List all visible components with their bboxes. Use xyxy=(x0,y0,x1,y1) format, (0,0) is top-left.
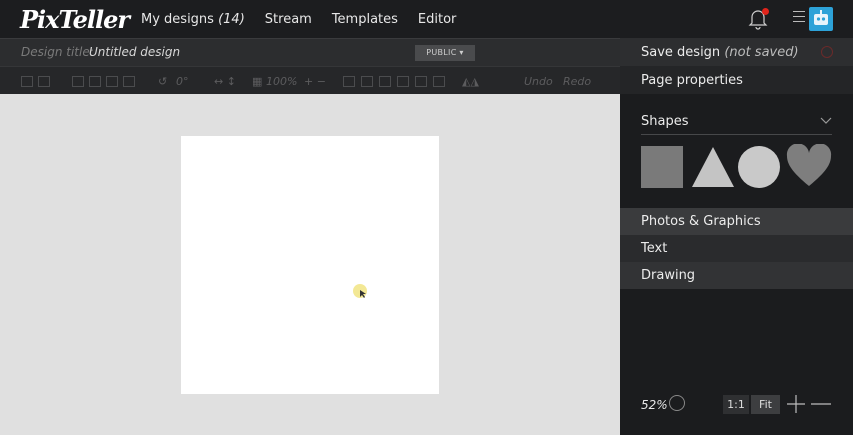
zoom-actual-size-button[interactable]: 1:1 xyxy=(723,395,749,414)
design-title-input[interactable]: Untitled design xyxy=(89,45,180,59)
bring-front-icon[interactable] xyxy=(72,76,84,87)
notification-badge xyxy=(762,8,769,15)
opacity-value[interactable]: 100% xyxy=(266,75,297,88)
bring-forward-icon[interactable] xyxy=(89,76,101,87)
opacity-stepper[interactable]: + − xyxy=(304,75,326,88)
align-middle-icon[interactable] xyxy=(415,76,427,87)
nav-stream[interactable]: Stream xyxy=(265,12,312,27)
nav-my-designs[interactable]: My designs (14) xyxy=(141,12,245,27)
zoom-value: 52% xyxy=(641,398,668,412)
user-avatar-icon[interactable] xyxy=(809,7,833,31)
zoom-in-icon[interactable] xyxy=(786,394,806,414)
text-section[interactable]: Text xyxy=(620,235,853,262)
editor-app: PixTeller My designs (14) Stream Templat… xyxy=(0,0,853,435)
chevron-down-icon[interactable] xyxy=(820,114,832,126)
zoom-fit-button[interactable]: Fit xyxy=(751,395,780,414)
shapes-section-title[interactable]: Shapes xyxy=(641,114,688,129)
photos-graphics-section[interactable]: Photos & Graphics xyxy=(620,208,853,235)
main-nav: My designs (14) Stream Templates Editor xyxy=(141,0,456,38)
shape-circle[interactable] xyxy=(738,146,780,188)
send-backward-icon[interactable] xyxy=(106,76,118,87)
canvas-workspace[interactable] xyxy=(0,94,620,435)
shape-square[interactable] xyxy=(641,146,683,188)
save-design-button[interactable]: Save design (not saved) xyxy=(620,38,853,66)
design-title-bar: Design title: Untitled design PUBLIC ▾ xyxy=(0,38,620,66)
rotation-value[interactable]: 0° xyxy=(176,75,189,88)
flip-horizontal-icon[interactable]: ◭◮ xyxy=(462,75,479,88)
zoom-slider-handle[interactable] xyxy=(669,395,685,411)
redo-button[interactable]: Redo xyxy=(563,75,591,88)
page-properties-button[interactable]: Page properties xyxy=(620,66,853,94)
flip-icon[interactable]: ↔ ↕ xyxy=(214,75,236,88)
nav-templates[interactable]: Templates xyxy=(332,12,398,27)
top-navbar: PixTeller My designs (14) Stream Templat… xyxy=(0,0,853,38)
rotate-icon[interactable]: ↺ xyxy=(158,75,167,88)
nav-editor[interactable]: Editor xyxy=(418,12,456,27)
properties-panel: Save design (not saved) Page properties … xyxy=(620,38,853,435)
align-right-icon[interactable] xyxy=(379,76,391,87)
align-left-icon[interactable] xyxy=(343,76,355,87)
brand-logo[interactable]: PixTeller xyxy=(20,5,130,34)
mouse-pointer-icon xyxy=(360,290,366,298)
drawing-section[interactable]: Drawing xyxy=(620,262,853,289)
bell-icon[interactable] xyxy=(748,8,769,30)
shapes-divider xyxy=(641,134,832,135)
visibility-dropdown[interactable]: PUBLIC ▾ xyxy=(415,45,475,61)
editor-toolbar: ↺ 0° ↔ ↕ ▦ 100% + − ◭◮ Undo Redo xyxy=(0,66,620,94)
zoom-out-icon[interactable] xyxy=(810,394,832,414)
save-status-icon xyxy=(821,46,833,58)
distribute-icon[interactable] xyxy=(38,76,50,87)
design-page[interactable] xyxy=(181,136,439,394)
opacity-icon: ▦ xyxy=(252,75,263,88)
align-icon[interactable] xyxy=(21,76,33,87)
align-top-icon[interactable] xyxy=(397,76,409,87)
align-center-icon[interactable] xyxy=(361,76,373,87)
design-title-label: Design title: xyxy=(21,45,94,59)
shape-heart[interactable] xyxy=(786,144,832,188)
send-back-icon[interactable] xyxy=(123,76,135,87)
align-bottom-icon[interactable] xyxy=(433,76,445,87)
shape-triangle[interactable] xyxy=(691,146,735,188)
menu-icon[interactable] xyxy=(793,11,805,25)
undo-button[interactable]: Undo xyxy=(524,75,553,88)
